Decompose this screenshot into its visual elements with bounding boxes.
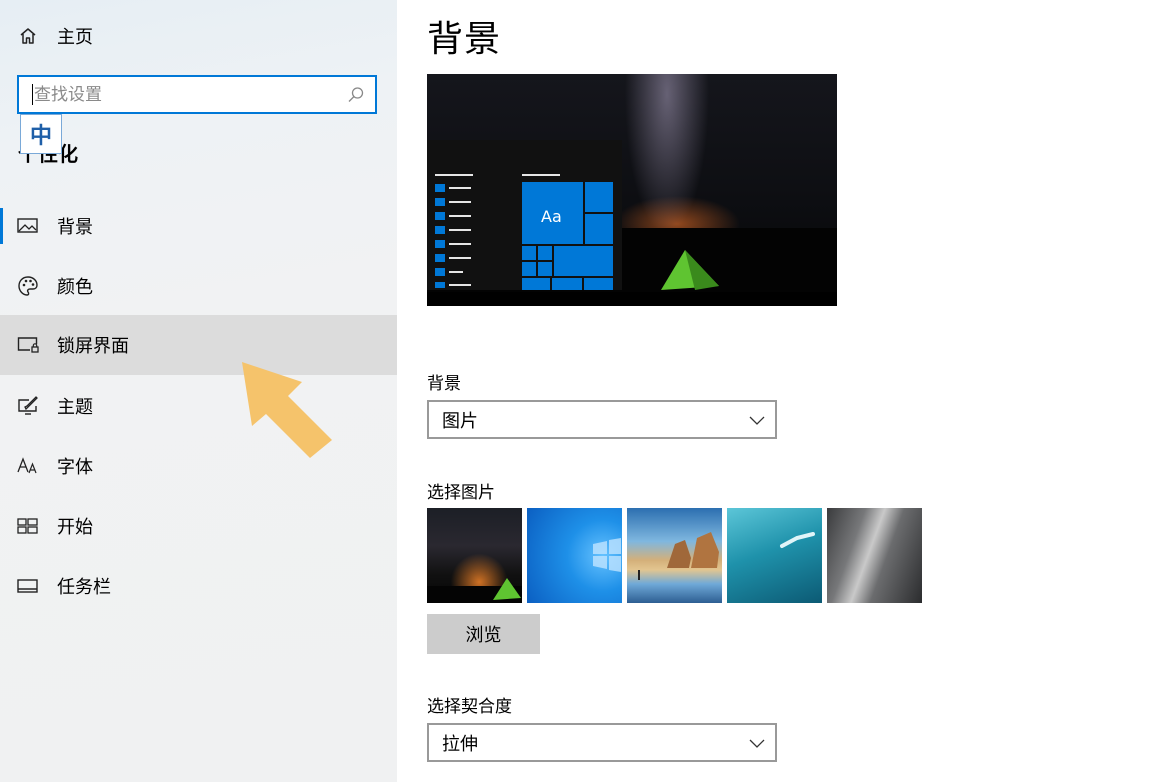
sidebar-item-start[interactable]: 开始 (0, 496, 397, 556)
background-label: 背景 (427, 374, 461, 394)
tent-image (661, 250, 719, 290)
picture-thumbnails (427, 508, 922, 603)
fit-value: 拉伸 (442, 733, 478, 755)
pointer-arrow-annotation (236, 360, 346, 470)
fit-dropdown[interactable]: 拉伸 (427, 723, 777, 762)
browse-button[interactable]: 浏览 (427, 614, 540, 654)
start-tiles-icon (17, 515, 39, 537)
taskbar-icon (17, 575, 39, 597)
thumbnail-underwater-diver[interactable] (727, 508, 822, 603)
thumbnail-night-tent[interactable] (427, 508, 522, 603)
sidebar-item-label: 锁屏界面 (57, 336, 129, 357)
sidebar-item-background[interactable]: 背景 (0, 196, 397, 256)
picture-icon (17, 215, 39, 237)
search-box[interactable] (17, 75, 377, 114)
sidebar-item-colors[interactable]: 颜色 (0, 256, 397, 316)
fit-label: 选择契合度 (427, 697, 512, 717)
sidebar-item-label: 颜色 (57, 277, 93, 298)
search-icon[interactable] (347, 86, 365, 104)
background-type-dropdown[interactable]: 图片 (427, 400, 777, 439)
chevron-down-icon (749, 416, 765, 425)
home-label: 主页 (57, 27, 93, 48)
thumbnail-rock-cliff[interactable] (827, 508, 922, 603)
lock-screen-icon (17, 334, 39, 356)
text-caret (32, 84, 33, 105)
home-link[interactable]: 主页 (0, 16, 397, 56)
choose-picture-label: 选择图片 (427, 483, 495, 503)
thumbnail-windows-blue[interactable] (527, 508, 622, 603)
sidebar-item-label: 开始 (57, 517, 93, 538)
thumbnail-beach-rocks[interactable] (627, 508, 722, 603)
tile-label: Aa (541, 207, 562, 226)
ime-indicator: 中 (20, 114, 62, 154)
start-menu-preview: Aa (427, 140, 622, 290)
sidebar: 主页 中 个性化 背景 颜色 锁屏界面 主题 (0, 0, 397, 782)
page-title: 背景 (427, 19, 502, 60)
sidebar-item-label: 主题 (57, 397, 93, 418)
sidebar-item-label: 任务栏 (57, 577, 111, 598)
chevron-down-icon (749, 739, 765, 748)
sidebar-item-label: 字体 (57, 457, 93, 478)
theme-brush-icon (17, 395, 39, 417)
search-input[interactable] (19, 77, 319, 112)
home-icon (18, 26, 38, 46)
background-preview: Aa (427, 74, 837, 306)
palette-icon (17, 275, 39, 297)
fonts-icon (17, 455, 39, 477)
background-type-value: 图片 (442, 410, 478, 432)
sidebar-item-label: 背景 (57, 217, 93, 238)
main-panel: 背景 Aa 背景 图片 选择图片 浏览 选择契合度 拉伸 (397, 0, 1174, 782)
sidebar-item-taskbar[interactable]: 任务栏 (0, 556, 397, 616)
